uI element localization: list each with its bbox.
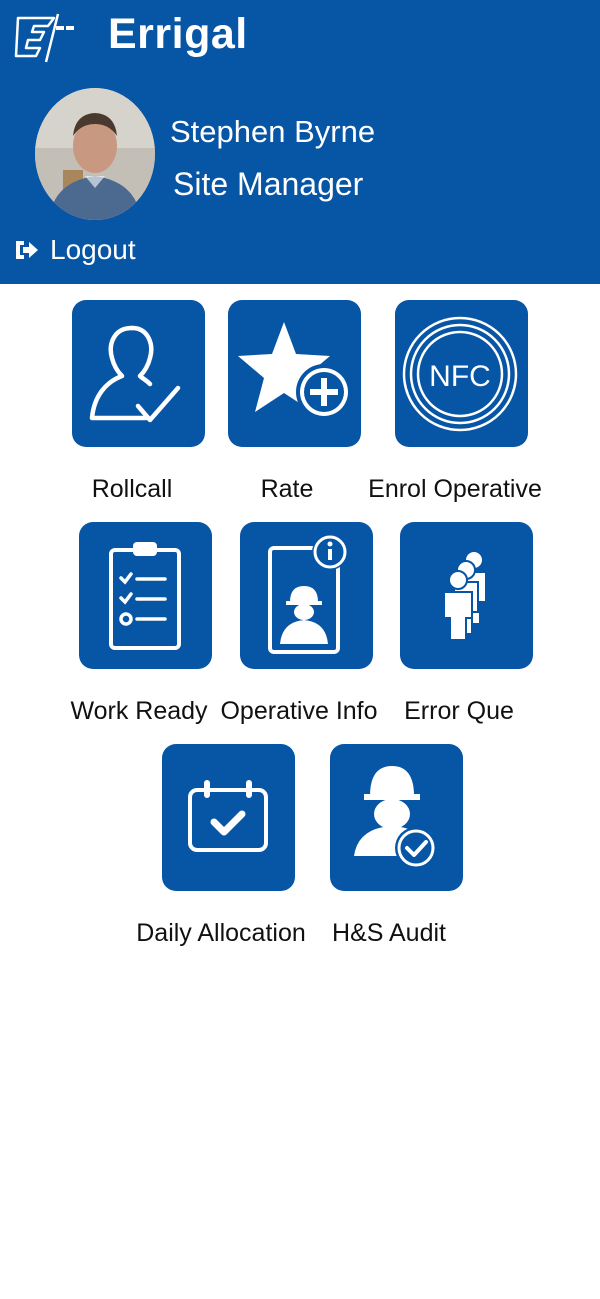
daily-allocation-tile[interactable] [162,744,295,891]
person-check-icon [89,325,181,423]
worker-check-icon [354,766,437,869]
user-photo [35,88,155,220]
error-que-tile[interactable] [400,522,533,669]
app-header: Errigal Stephen Byrne Site Manager Logou… [0,0,600,284]
nfc-text: NFC [429,360,491,393]
operative-info-label: Operative Info [220,697,378,725]
logout-button[interactable]: Logout [14,230,136,270]
star-plus-icon [238,322,352,420]
app-brand: Errigal [108,10,248,58]
rate-label: Rate [260,475,314,503]
worker-info-icon [268,534,348,654]
avatar [35,88,155,220]
enrol-operative-tile[interactable]: NFC [395,300,528,447]
user-role: Site Manager [173,166,364,202]
nfc-icon: NFC [402,316,518,432]
people-queue-icon [443,550,487,641]
hs-audit-label: H&S Audit [332,919,446,947]
daily-allocation-label: Daily Allocation [136,919,306,947]
error-que-label: Error Que [404,697,514,725]
operative-info-tile[interactable] [240,522,373,669]
user-name: Stephen Byrne [170,114,376,149]
calendar-check-icon [188,780,268,852]
rollcall-tile[interactable] [72,300,205,447]
rate-tile[interactable] [228,300,361,447]
hs-audit-tile[interactable] [330,744,463,891]
rollcall-label: Rollcall [91,475,173,503]
work-ready-tile[interactable] [79,522,212,669]
work-ready-label: Work Ready [70,697,208,725]
logout-icon [16,241,38,259]
enrol-operative-label: Enrol Operative [368,475,542,503]
logout-label: Logout [50,234,136,265]
clipboard-checklist-icon [109,542,181,650]
errigal-logo-icon [14,13,74,63]
